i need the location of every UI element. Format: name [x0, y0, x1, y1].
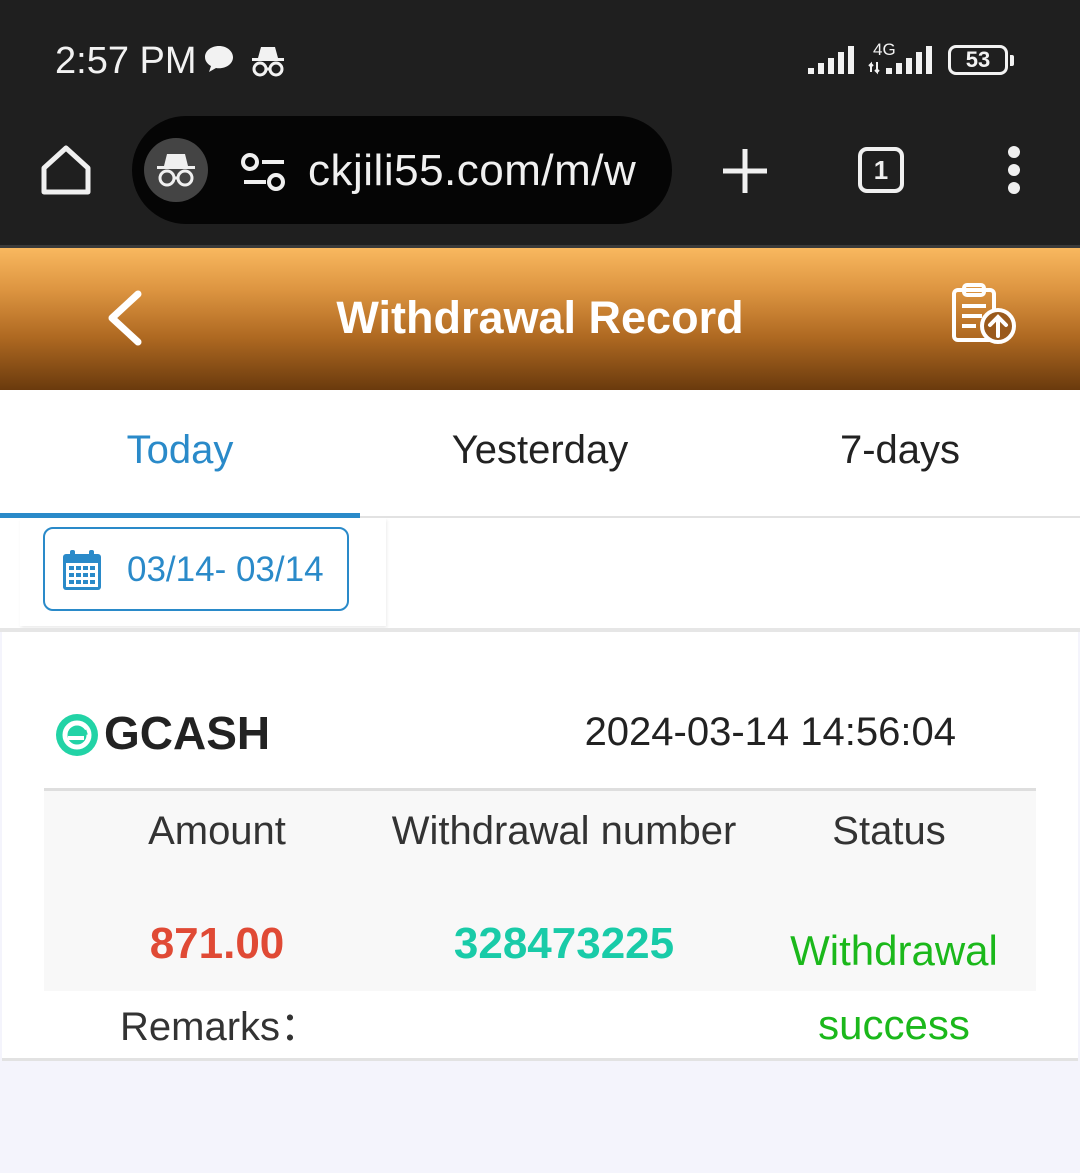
status-line-2: success	[818, 1001, 970, 1048]
incognito-icon	[250, 44, 286, 83]
channel-name: GCASH	[104, 707, 271, 759]
url-bar[interactable]: ckjili55.com/m/w	[132, 116, 672, 224]
status-bar: 2:57 PM 4G 53	[0, 0, 1080, 112]
record-datetime: 2024-03-14 14:56:04	[584, 710, 956, 754]
amount-header: Amount	[148, 809, 286, 853]
signal-icon	[806, 44, 858, 81]
status-value: Withdrawal success	[764, 914, 1024, 1062]
withdrawal-record-card: GCASH 2024-03-14 14:56:04 Amount Withdra…	[2, 632, 1078, 1061]
tab-today[interactable]: Today	[0, 428, 360, 473]
home-icon[interactable]	[38, 142, 94, 203]
status-time: 2:57 PM	[55, 40, 197, 82]
browser-toolbar: ckjili55.com/m/w 1	[0, 112, 1080, 248]
more-icon[interactable]	[1000, 144, 1028, 201]
status-line-1: Withdrawal	[790, 927, 998, 974]
app-header: Withdrawal Record	[0, 248, 1080, 390]
tab-7-days[interactable]: 7-days	[720, 428, 1080, 473]
amount-value: 871.00	[149, 919, 285, 968]
record-upload-icon[interactable]	[948, 282, 1020, 351]
date-range-button[interactable]: 03/14- 03/14	[43, 527, 349, 611]
page-title: Withdrawal Record	[336, 292, 744, 343]
tab-count: 1	[873, 155, 889, 185]
withdrawal-number-header: Withdrawal number	[391, 809, 737, 853]
url-text[interactable]: ckjili55.com/m/w	[308, 146, 636, 196]
chat-icon	[203, 44, 235, 79]
tab-switcher-button[interactable]: 1	[858, 147, 904, 193]
tab-yesterday[interactable]: Yesterday	[360, 428, 720, 473]
battery-icon: 53	[948, 45, 1014, 75]
plus-icon[interactable]	[720, 146, 770, 201]
date-tabs: Today Yesterday 7-days	[0, 390, 1080, 518]
gcash-icon	[54, 712, 100, 763]
status-header: Status	[832, 809, 946, 853]
remarks-label: Remarks：	[120, 1005, 321, 1049]
calendar-icon	[61, 548, 103, 597]
date-range-text: 03/14- 03/14	[127, 550, 324, 589]
battery-level: 53	[965, 47, 991, 72]
date-filter-area: 03/14- 03/14	[0, 518, 1080, 628]
incognito-icon[interactable]	[144, 138, 208, 202]
withdrawal-number-value: 328473225	[453, 919, 675, 968]
signal-4g-icon	[868, 44, 938, 81]
site-settings-icon[interactable]	[240, 152, 288, 197]
